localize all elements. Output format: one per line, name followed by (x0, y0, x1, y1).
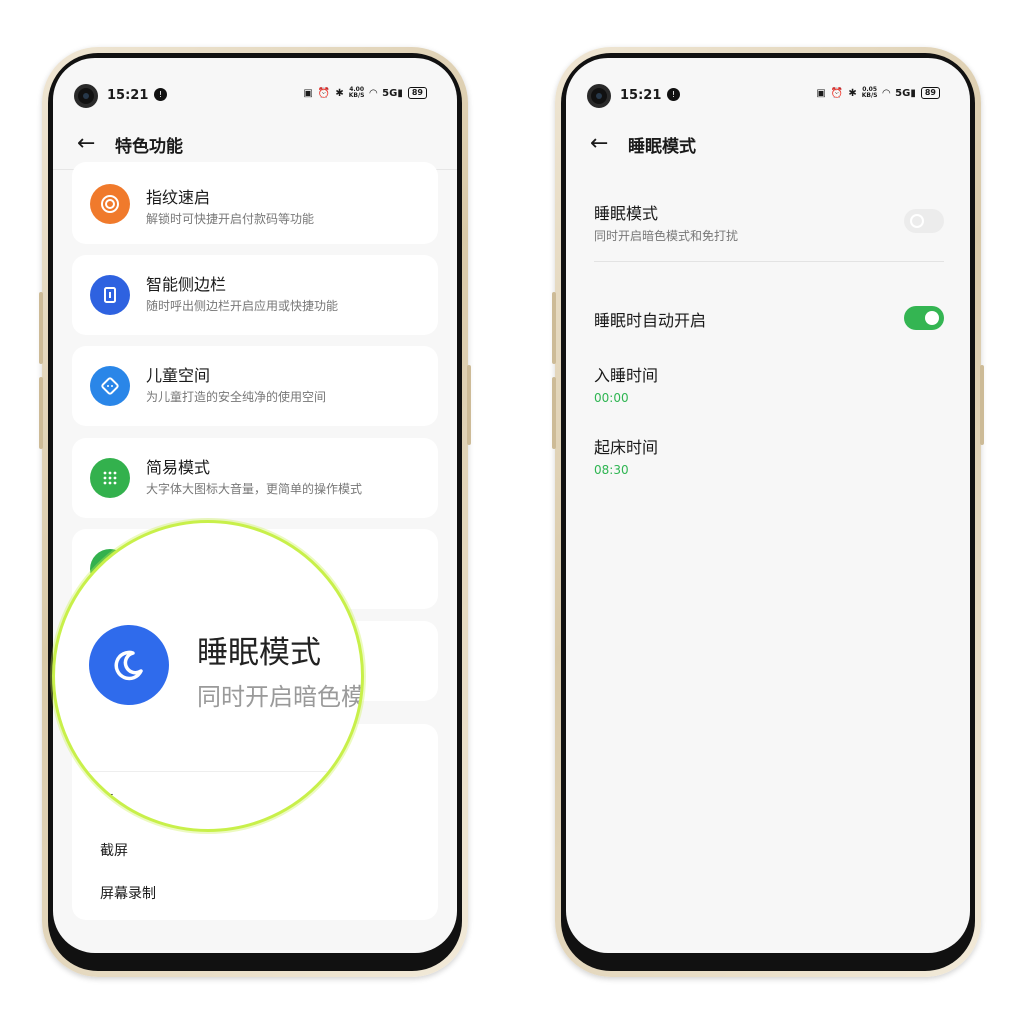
signal-5g-icon: 5G▮ (382, 87, 403, 99)
header: ← 特色功能 (53, 124, 457, 164)
menu-item-screen-record[interactable]: 屏幕录制 (100, 883, 156, 903)
item-title: 智能侧边栏 (146, 275, 227, 294)
status-time: 15:21 (107, 88, 149, 103)
front-camera (587, 84, 611, 108)
right-phone: 15:21 ! ▣ ⏰ ✱ 0.05 KB/S ◠ 5G▮ 89 ← 睡眠模式 睡… (552, 47, 984, 977)
item-desc: 大字体大图标大音量，更简单的操作模式 (146, 482, 363, 496)
moon-icon (89, 625, 169, 705)
status-icons: ▣ ⏰ ✱ 4.00 KB/S ◠ 5G▮ 89 (303, 87, 427, 99)
bluetooth-icon: ✱ (335, 87, 344, 99)
volume-button (39, 377, 43, 449)
wake-time-value: 08:30 (594, 463, 629, 477)
divider (594, 261, 944, 262)
back-arrow-icon[interactable]: ← (590, 133, 614, 155)
item-desc: 解锁时可快捷开启付款码等功能 (146, 212, 315, 226)
fingerprint-icon (90, 184, 130, 224)
page-title: 特色功能 (115, 136, 183, 157)
status-time: 15:21 (620, 88, 662, 103)
nfc-icon: ▣ (303, 87, 313, 99)
back-arrow-icon[interactable]: ← (77, 133, 101, 155)
item-title: 简易模式 (146, 458, 211, 477)
grid-icon (90, 458, 130, 498)
wifi-icon: ◠ (882, 87, 891, 99)
item-desc: 为儿童打造的安全纯净的使用空间 (146, 390, 327, 404)
auto-enable-title: 睡眠时自动开启 (594, 311, 707, 330)
notification-icon: ! (154, 88, 167, 101)
signal-5g-icon: 5G▮ (895, 87, 916, 99)
right-screen: 15:21 ! ▣ ⏰ ✱ 0.05 KB/S ◠ 5G▮ 89 ← 睡眠模式 睡… (566, 58, 970, 953)
item-title: 儿童空间 (146, 366, 211, 385)
partial-label: 手 (101, 794, 115, 810)
auto-enable-toggle[interactable] (904, 306, 944, 330)
sleep-mode-title: 睡眠模式 (594, 204, 659, 223)
sleep-mode-toggle[interactable] (904, 209, 944, 233)
magnified-desc: 同时开启暗色模 (197, 683, 364, 711)
volume-button (552, 377, 556, 449)
network-speed: 0.05 KB/S (861, 86, 878, 99)
header: ← 睡眠模式 (566, 124, 970, 164)
bedtime-title: 入睡时间 (594, 366, 659, 385)
wake-time-title: 起床时间 (594, 438, 659, 457)
bluetooth-icon: ✱ (848, 87, 857, 99)
magnifier-highlight: 睡眠模式 同时开启暗色模 手 (52, 520, 364, 832)
wifi-icon: ◠ (369, 87, 378, 99)
alarm-icon: ⏰ (830, 87, 844, 99)
nfc-icon: ▣ (816, 87, 826, 99)
status-icons: ▣ ⏰ ✱ 0.05 KB/S ◠ 5G▮ 89 (816, 87, 940, 99)
item-desc: 随时呼出侧边栏开启应用或快捷功能 (146, 299, 339, 313)
power-button (467, 365, 471, 445)
feature-item-kids-space[interactable]: 儿童空间 为儿童打造的安全纯净的使用空间 (72, 346, 438, 426)
sidebar-icon (90, 275, 130, 315)
kids-icon (90, 366, 130, 406)
status-bar: 15:21 ! ▣ ⏰ ✱ 0.05 KB/S ◠ 5G▮ 89 (566, 76, 970, 108)
alarm-icon: ⏰ (317, 87, 331, 99)
magnified-title: 睡眠模式 (197, 635, 321, 671)
sleep-mode-desc: 同时开启暗色模式和免打扰 (594, 229, 739, 243)
battery-icon: 89 (920, 87, 940, 99)
front-camera (74, 84, 98, 108)
left-phone: 15:21 ! ▣ ⏰ ✱ 4.00KB/S ◠ 5G▮ 89 ← 特色功能 (39, 47, 471, 977)
power-button (980, 365, 984, 445)
feature-item-fingerprint[interactable]: 指纹速启 解锁时可快捷开启付款码等功能 (72, 162, 438, 244)
volume-button (39, 292, 43, 364)
item-title: 指纹速启 (146, 188, 211, 207)
feature-item-smart-sidebar[interactable]: 智能侧边栏 随时呼出侧边栏开启应用或快捷功能 (72, 255, 438, 335)
bedtime-value: 00:00 (594, 391, 629, 405)
divider (55, 771, 361, 772)
battery-icon: 89 (407, 87, 427, 99)
feature-item-simple-mode[interactable]: 简易模式 大字体大图标大音量，更简单的操作模式 (72, 438, 438, 518)
network-speed: 4.00 KB/S (348, 86, 365, 99)
volume-button (552, 292, 556, 364)
notification-icon: ! (667, 88, 680, 101)
menu-item-screenshot[interactable]: 截屏 (100, 840, 128, 860)
page-title: 睡眠模式 (628, 136, 696, 157)
status-bar: 15:21 ! ▣ ⏰ ✱ 4.00 KB/S ◠ 5G▮ 89 (53, 76, 457, 108)
